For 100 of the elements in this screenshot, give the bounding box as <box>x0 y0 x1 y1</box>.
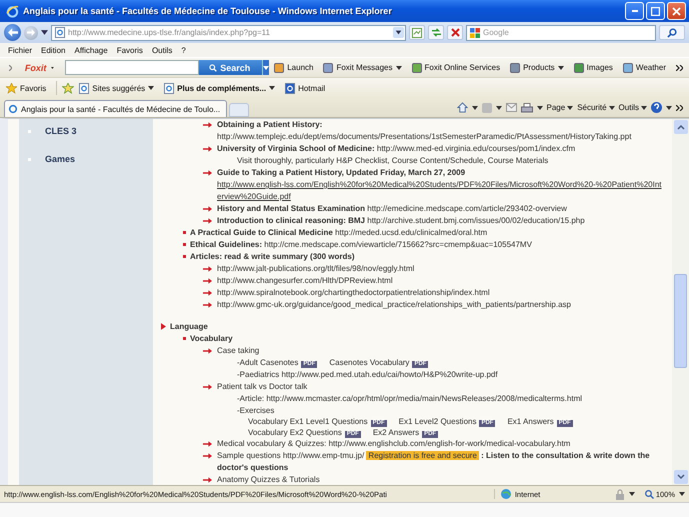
page-icon <box>285 82 296 94</box>
caret-icon <box>679 492 685 496</box>
item-text: Patient talk vs Doctor talk <box>217 381 308 393</box>
toolbar-button[interactable]: Products <box>510 62 564 72</box>
bullet-icon <box>183 231 186 234</box>
arrow-icon <box>203 146 212 152</box>
caret-icon <box>536 106 542 110</box>
bullet-icon <box>28 158 31 160</box>
printer-icon[interactable] <box>520 102 532 112</box>
item-text: Articles: read & write summary (300 words) <box>190 251 355 263</box>
caret-icon <box>51 66 54 70</box>
home-icon[interactable] <box>456 102 468 113</box>
item-text: Vocabulary Ex2 Questions <box>248 428 342 436</box>
item-text: Ethical Guidelines: http://cme.medscape.com/viewarticle/715662?src=cmemp&uac=105547MV <box>190 239 532 251</box>
maximize-icon <box>651 6 660 16</box>
chevron-icon[interactable] <box>676 104 683 110</box>
chevron-icon[interactable] <box>676 64 683 70</box>
browser-tab[interactable]: Anglais pour la santé - Facultés de Médecine de Toulo... <box>4 100 228 117</box>
item-text: A Practical Guide to Clinical Medicine http://meded.ucsd.edu/clinicalmed/oral.htm <box>190 227 488 239</box>
address-input[interactable]: http://www.medecine.ups-tlse.fr/anglais/index.php?pg=11 <box>68 28 390 37</box>
menu-item[interactable]: ? <box>181 46 186 54</box>
search-field[interactable]: Google <box>483 28 633 37</box>
caret-icon <box>263 66 270 70</box>
close-button[interactable] <box>667 2 686 20</box>
caret-icon <box>396 66 402 70</box>
bullet-icon <box>28 130 31 132</box>
tile-icon <box>274 62 284 72</box>
command-button[interactable]: Page <box>546 103 574 112</box>
toolbar-button[interactable]: Foxit Online Services <box>412 62 500 72</box>
back-button[interactable] <box>4 24 21 41</box>
toolbar-search-field[interactable] <box>65 60 200 75</box>
caret-icon <box>558 66 564 70</box>
maximize-button[interactable] <box>646 2 665 20</box>
caret-icon <box>496 106 502 110</box>
caret-icon[interactable] <box>41 30 48 35</box>
chart-page-icon <box>412 28 422 38</box>
page-icon <box>79 82 90 94</box>
minimize-icon <box>632 10 638 12</box>
item-text: History and Mental Status Examination http://emedicine.medscape.com/article/293402-overview <box>217 203 567 215</box>
item-text: -Exercises <box>237 405 274 417</box>
search-box[interactable]: Google <box>466 24 656 40</box>
toolbar-button[interactable]: Launch <box>274 62 314 72</box>
sidebar-link[interactable]: CLES 3 <box>45 126 77 136</box>
toolbar-button[interactable]: Images <box>574 62 613 72</box>
compatibility-button[interactable] <box>409 25 425 40</box>
favorite-link[interactable]: Plus de compléments... <box>164 82 276 94</box>
search-icon <box>209 64 218 72</box>
caret-icon <box>472 106 478 110</box>
forward-arrow-icon <box>27 29 35 36</box>
item-text: -Article: http://www.mcmaster.ca/opr/html/opr/media/main/NewsReleases/2008/medicalterms.html <box>237 393 582 405</box>
menu-item[interactable]: Fichier <box>8 46 32 54</box>
refresh-button[interactable] <box>428 25 444 40</box>
arrow-icon <box>203 477 212 483</box>
search-button[interactable]: Search <box>199 60 262 75</box>
help-icon[interactable] <box>651 102 662 113</box>
favorites-button[interactable]: Favoris <box>6 82 46 94</box>
page-icon <box>8 104 18 114</box>
search-icon <box>667 28 677 38</box>
address-field[interactable]: http://www.medecine.ups-tlse.fr/anglais/index.php?pg=11 <box>51 24 406 40</box>
sidebar-link[interactable]: Games <box>45 154 76 164</box>
toolbar-button[interactable]: Weather <box>622 62 666 72</box>
stop-button[interactable] <box>447 25 463 40</box>
minimize-button[interactable] <box>625 2 644 20</box>
item-text: Ex1 Answers <box>507 417 554 426</box>
caret-icon[interactable] <box>393 27 404 38</box>
caret-icon <box>567 106 574 110</box>
browser-logo-icon <box>6 4 19 18</box>
search-button[interactable] <box>659 25 685 40</box>
item-text: http://www.gmc-uk.org/guidance/good_medical_practice/relationships_with_patients/partnership.asp <box>217 299 571 311</box>
menu-item[interactable]: Edition <box>41 46 66 54</box>
command-button[interactable]: Outils <box>618 103 647 112</box>
command-button[interactable]: Sécurité <box>577 103 615 112</box>
scrollbar-thumb[interactable] <box>674 274 687 368</box>
page-icon <box>55 27 65 38</box>
dropdown-button[interactable] <box>262 60 270 75</box>
add-favorite-icon[interactable] <box>62 82 74 94</box>
stop-icon <box>450 28 460 37</box>
toolbar-button[interactable]: Foxit Messages <box>323 62 402 72</box>
menu-item[interactable]: Outils <box>152 46 172 54</box>
item-text: University of Virginia School of Medicine: http://www.med-ed.virginia.edu/courses/pom1/index.cfm <box>217 143 576 155</box>
favorite-link[interactable]: Sites suggérés <box>79 82 154 94</box>
item-text: Vocabulary Ex1 Level1 Questions <box>248 417 368 426</box>
item-text: Vocabulary <box>190 333 233 345</box>
favorite-link[interactable]: Hotmail <box>285 82 326 94</box>
scrollbar[interactable] <box>672 119 689 485</box>
caret-icon <box>148 86 154 90</box>
tile-icon <box>412 62 422 72</box>
window-title: Anglais pour la santé - Facultés de Médecine de Toulouse - Windows Internet Explorer <box>23 6 392 16</box>
item-text: Case taking <box>217 345 260 357</box>
back-arrow-icon <box>8 28 18 37</box>
bullet-icon <box>183 255 186 258</box>
arrow-icon <box>203 384 212 390</box>
item-text: Language <box>170 321 208 333</box>
menu-item[interactable]: Affichage <box>74 46 108 54</box>
caret-icon <box>628 492 635 496</box>
toolbar-logo[interactable]: Foxit <box>24 62 46 72</box>
bullet-icon <box>183 243 186 246</box>
item-text: http://www.changesurfer.com/Hlth/DPReview.html <box>217 275 393 287</box>
menu-item[interactable]: Favoris <box>116 46 143 54</box>
item-text: -Paediatrics http://www.ped.med.utah.edu/cai/howto/H&P%20write-up.pdf <box>237 369 498 381</box>
